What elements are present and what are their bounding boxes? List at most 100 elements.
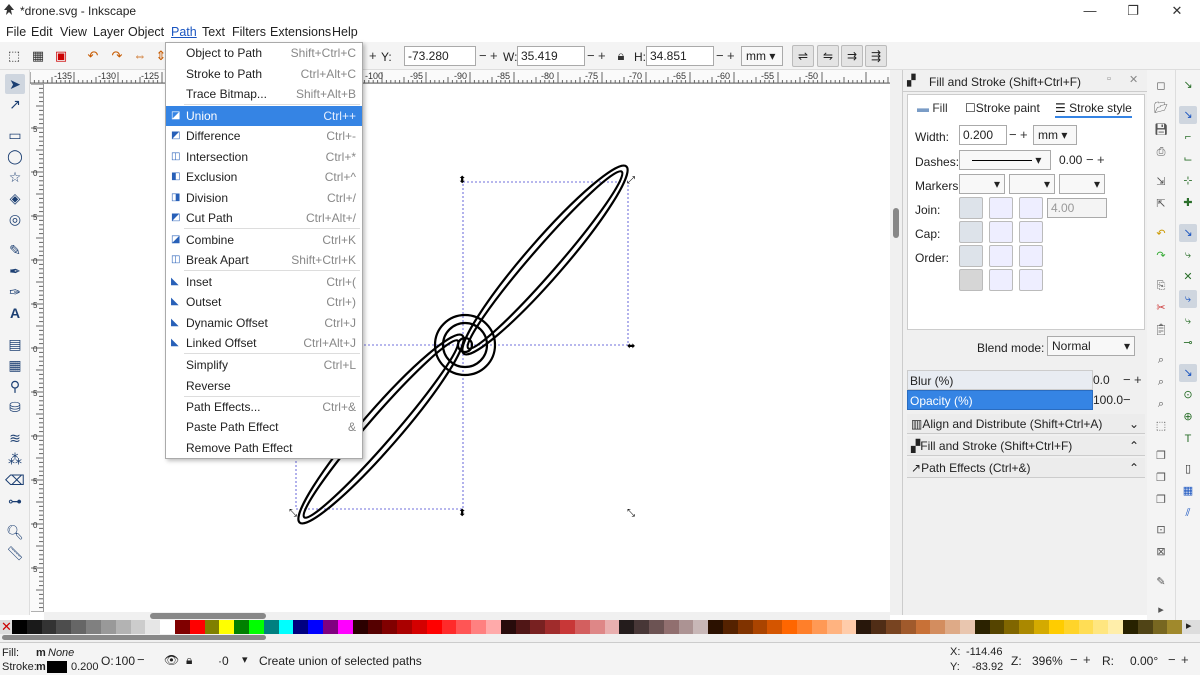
duplicate-icon[interactable]: ❐ bbox=[1153, 448, 1169, 464]
miter-limit-field[interactable]: 4.00 bbox=[1047, 198, 1107, 218]
snap-midpoint-icon[interactable]: ⊸ bbox=[1179, 334, 1197, 352]
palette-swatch[interactable] bbox=[782, 620, 798, 634]
tab-stroke-paint[interactable]: ☐Stroke paint bbox=[965, 98, 1040, 118]
menu-item-cut-path[interactable]: ◩ Cut Path Ctrl+Alt+/ bbox=[166, 208, 362, 228]
zoom-page-icon[interactable]: ⌕ bbox=[1153, 396, 1169, 412]
palette-swatch[interactable] bbox=[130, 620, 146, 634]
selector-tool-icon[interactable]: ➤ bbox=[5, 74, 25, 94]
zoom-width-icon[interactable]: ⬚ bbox=[1153, 418, 1169, 434]
palette-swatch[interactable] bbox=[767, 620, 783, 634]
spiral-tool-icon[interactable]: ◎ bbox=[5, 209, 25, 229]
w-decrement-icon[interactable]: − bbox=[587, 48, 595, 63]
snap-path-icon[interactable]: ⤷ bbox=[1179, 246, 1197, 264]
palette-swatch[interactable] bbox=[456, 620, 472, 634]
snap-grid-icon[interactable]: ▦ bbox=[1179, 482, 1197, 500]
star-tool-icon[interactable]: ☆ bbox=[5, 167, 25, 187]
palette-swatch[interactable] bbox=[426, 620, 442, 634]
palette-swatch[interactable] bbox=[411, 620, 427, 634]
scale-handle-icon[interactable]: ⬍ bbox=[458, 175, 466, 186]
scale-handle-icon[interactable]: ⤢ bbox=[627, 175, 635, 186]
order-stroke-fill-markers-icon[interactable] bbox=[989, 245, 1013, 267]
zoom-tool-icon[interactable]: 🔍︎ bbox=[5, 522, 25, 542]
join-miter-icon[interactable] bbox=[1019, 197, 1043, 219]
palette-swatch[interactable] bbox=[160, 620, 175, 634]
palette-swatch[interactable] bbox=[693, 620, 709, 634]
menu-item-remove-path-effect[interactable]: Remove Path Effect bbox=[166, 438, 362, 458]
rotate-cw-icon[interactable]: ↷ bbox=[108, 47, 126, 65]
blur-value[interactable]: 0.0 bbox=[1093, 373, 1110, 387]
rotation-decrement-icon[interactable]: − bbox=[1168, 652, 1176, 667]
y-field[interactable]: -73.280 bbox=[404, 46, 476, 66]
palette-swatch[interactable] bbox=[885, 620, 901, 634]
palette-swatch[interactable] bbox=[293, 620, 309, 634]
menu-item-linked-offset[interactable]: ◣ Linked Offset Ctrl+Alt+J bbox=[166, 333, 362, 353]
dashes-select[interactable]: ▾ bbox=[959, 150, 1051, 170]
menu-item-union[interactable]: ◪ Union Ctrl++ bbox=[166, 106, 362, 126]
ellipse-tool-icon[interactable]: ◯ bbox=[5, 146, 25, 166]
palette-swatch[interactable] bbox=[826, 620, 842, 634]
snap-guide-icon[interactable]: ⫽ bbox=[1179, 504, 1197, 522]
cap-round-icon[interactable] bbox=[989, 221, 1013, 243]
palette-swatch[interactable] bbox=[337, 620, 353, 634]
opacity-decrement-icon[interactable]: − bbox=[1123, 392, 1131, 407]
palette-swatch[interactable] bbox=[249, 620, 264, 634]
palette-swatch[interactable] bbox=[560, 620, 575, 634]
palette-swatch[interactable] bbox=[397, 620, 412, 634]
open-icon[interactable]: 📂︎ bbox=[1153, 100, 1169, 116]
palette-swatch[interactable] bbox=[900, 620, 916, 634]
xml-editor-icon[interactable]: ✎ bbox=[1153, 574, 1169, 590]
scale-stroke-icon[interactable]: ⇌ bbox=[792, 45, 814, 67]
zoom-increment-icon[interactable]: + bbox=[1083, 652, 1091, 667]
zoom-decrement-icon[interactable]: − bbox=[1070, 652, 1078, 667]
menu-item-break-apart[interactable]: ◫ Break Apart Shift+Ctrl+K bbox=[166, 250, 362, 270]
cut-icon[interactable]: ✂ bbox=[1153, 300, 1169, 316]
zoom-selection-icon[interactable]: ⌕ bbox=[1153, 352, 1169, 368]
palette-swatch[interactable] bbox=[1108, 620, 1123, 634]
measure-tool-icon[interactable]: 📏︎ bbox=[5, 543, 25, 563]
zoom-value[interactable]: 396% bbox=[1032, 654, 1063, 668]
snap-center-icon[interactable]: ⊙ bbox=[1179, 386, 1197, 404]
y-decrement-icon[interactable]: − bbox=[479, 48, 487, 63]
palette-swatch[interactable] bbox=[723, 620, 738, 634]
spray-tool-icon[interactable]: ⁂ bbox=[5, 449, 25, 469]
calligraphy-tool-icon[interactable]: ✑ bbox=[5, 282, 25, 302]
scale-handle-icon[interactable]: ⤡ bbox=[627, 508, 635, 519]
width-decrement-icon[interactable]: − bbox=[1009, 127, 1017, 142]
restore-icon[interactable]: ❐ bbox=[1113, 2, 1153, 20]
palette-swatch[interactable] bbox=[323, 620, 338, 634]
palette-swatch[interactable] bbox=[189, 620, 205, 634]
select-all-layers-icon[interactable]: ▦ bbox=[29, 47, 47, 65]
tweak-tool-icon[interactable]: ≋ bbox=[5, 428, 25, 448]
mesh-tool-icon[interactable]: ▦ bbox=[5, 355, 25, 375]
palette-swatch[interactable] bbox=[100, 620, 116, 634]
palette-swatch[interactable] bbox=[648, 620, 664, 634]
h-increment-icon[interactable]: + bbox=[727, 48, 735, 63]
snap-bbox-edge-icon[interactable]: ⌐ bbox=[1179, 128, 1197, 146]
palette-swatch[interactable] bbox=[856, 620, 872, 634]
scale-handle-icon[interactable]: ⬍ bbox=[458, 508, 466, 519]
lock-ratio-icon[interactable]: 🔒︎ bbox=[612, 47, 630, 65]
palette-swatch[interactable] bbox=[115, 620, 131, 634]
menu-edit[interactable]: Edit bbox=[31, 25, 53, 39]
palette-swatch[interactable] bbox=[56, 620, 72, 634]
palette-swatch[interactable] bbox=[634, 620, 649, 634]
menu-item-dynamic-offset[interactable]: ◣ Dynamic Offset Ctrl+J bbox=[166, 313, 362, 333]
y-increment-icon[interactable]: + bbox=[490, 48, 498, 63]
blur-decrement-icon[interactable]: − bbox=[1123, 372, 1131, 387]
align-distribute-panel[interactable]: ▥Align and Distribute (Shift+Ctrl+A) ⌄ bbox=[907, 414, 1145, 434]
palette-swatch[interactable] bbox=[752, 620, 768, 634]
menu-item-inset[interactable]: ◣ Inset Ctrl+( bbox=[166, 272, 362, 292]
export-icon[interactable]: ⇱ bbox=[1153, 196, 1169, 212]
menu-layer[interactable]: Layer bbox=[93, 25, 124, 39]
menu-item-outset[interactable]: ◣ Outset Ctrl+) bbox=[166, 292, 362, 312]
opacity-value[interactable]: 100.0 bbox=[1093, 393, 1123, 407]
palette-swatch[interactable] bbox=[26, 620, 42, 634]
palette-swatch[interactable] bbox=[1152, 620, 1168, 634]
palette-scroll-thumb[interactable] bbox=[2, 635, 266, 640]
width-field[interactable]: 0.200 bbox=[959, 125, 1007, 145]
palette-swatch[interactable] bbox=[1078, 620, 1094, 634]
vertical-scroll-thumb[interactable] bbox=[893, 208, 899, 238]
close-window-icon[interactable]: ✕ bbox=[1157, 2, 1197, 20]
snap-rotation-icon[interactable]: ⊕ bbox=[1179, 408, 1197, 426]
palette-swatch[interactable] bbox=[1167, 620, 1183, 634]
